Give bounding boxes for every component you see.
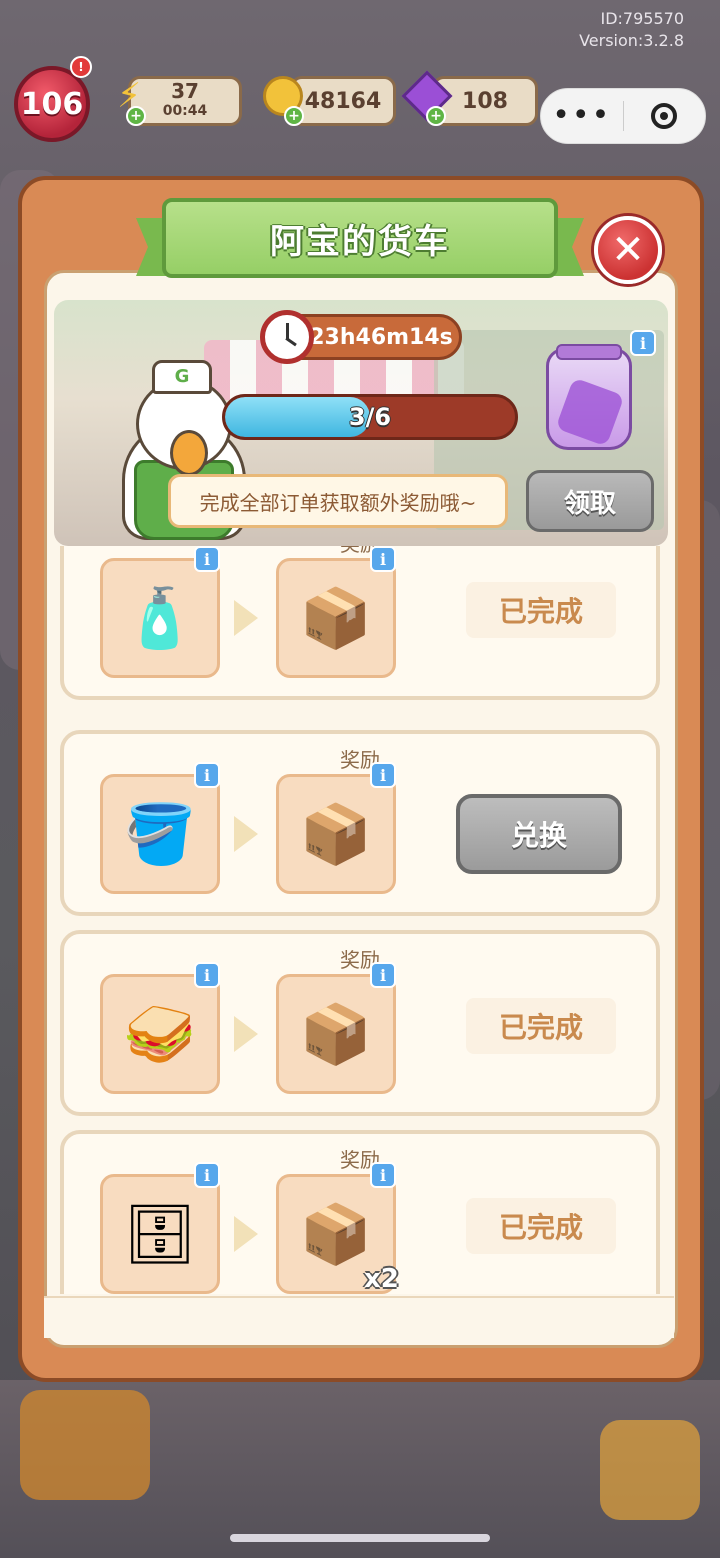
reward-label: 奖励: [340, 948, 380, 972]
order-card-1: 奖励 🧴 📦 i i 已完成: [60, 546, 660, 700]
reward-info-icon[interactable]: i: [370, 962, 396, 988]
box-dumbbell-icon[interactable]: 📦: [276, 558, 396, 678]
close-icon: ✕: [611, 227, 645, 273]
reward-info-icon[interactable]: i: [370, 762, 396, 788]
item-info-icon[interactable]: i: [194, 546, 220, 572]
order-card-2: 奖励 🪣 📦 i i 兑换: [60, 730, 660, 916]
order-list[interactable]: 奖励 🧴 📦 i i 已完成 奖励 🪣 📦 i i 兑换 奖励 🥪 📦 i i …: [40, 546, 680, 1294]
reward-info-icon[interactable]: i: [370, 546, 396, 572]
claim-button[interactable]: 领取: [526, 470, 654, 532]
box-wallet-icon[interactable]: 📦: [276, 774, 396, 894]
clock-icon: [260, 310, 314, 364]
reward-quantity: x2: [364, 1264, 399, 1294]
jar-lid: [556, 344, 622, 360]
item-info-icon[interactable]: i: [194, 962, 220, 988]
reward-label: 奖励: [64, 546, 656, 557]
list-footer: [44, 1296, 674, 1338]
close-miniprogram-button[interactable]: [624, 103, 706, 129]
miniprogram-capsule: •••: [540, 88, 706, 144]
add-gems-button[interactable]: +: [426, 106, 446, 126]
progress-text: 3/6: [348, 403, 392, 431]
reward-label: 奖励: [340, 748, 380, 772]
completed-status: 已完成: [466, 1198, 616, 1254]
target-icon: [651, 103, 678, 129]
level-alert-icon: !: [70, 56, 92, 78]
completed-status: 已完成: [466, 582, 616, 638]
order-progress-bar: 3/6: [222, 394, 518, 440]
jar-info-icon[interactable]: i: [630, 330, 656, 356]
cabinet-icon[interactable]: 🗄: [100, 1174, 220, 1294]
build-info: ID:795570 Version:3.2.8: [579, 8, 684, 52]
item-info-icon[interactable]: i: [194, 762, 220, 788]
item-info-icon[interactable]: i: [194, 1162, 220, 1188]
hint-bubble: 完成全部订单获取额外奖励哦~: [168, 474, 508, 528]
ice-bucket-icon[interactable]: 🪣: [100, 774, 220, 894]
completed-status: 已完成: [466, 998, 616, 1054]
gem-jar-reward-icon[interactable]: [546, 348, 632, 450]
order-card-4: 奖励 🗄 📦 x2 i i 已完成: [60, 1130, 660, 1294]
duck-cap: G: [152, 360, 212, 394]
order-card-3: 奖励 🥪 📦 i i 已完成: [60, 930, 660, 1116]
reward-info-icon[interactable]: i: [370, 1162, 396, 1188]
arrow-right-icon: [234, 600, 258, 636]
dialog-title: 阿宝的货车: [162, 198, 558, 278]
box-gloves-icon[interactable]: 📦: [276, 974, 396, 1094]
home-indicator[interactable]: [230, 1534, 490, 1542]
arrow-right-icon: [234, 1216, 258, 1252]
close-button[interactable]: ✕: [594, 216, 662, 284]
water-bottle-icon[interactable]: 🧴: [100, 558, 220, 678]
arrow-right-icon: [234, 816, 258, 852]
user-id: ID:795570: [600, 9, 684, 28]
reward-label: 奖励: [340, 1148, 380, 1172]
add-coins-button[interactable]: +: [284, 106, 304, 126]
version-label: Version:3.2.8: [579, 31, 684, 50]
more-menu-button[interactable]: •••: [541, 88, 623, 144]
sandwich-icon[interactable]: 🥪: [100, 974, 220, 1094]
arrow-right-icon: [234, 1016, 258, 1052]
add-energy-button[interactable]: +: [126, 106, 146, 126]
exchange-button[interactable]: 兑换: [456, 794, 622, 874]
